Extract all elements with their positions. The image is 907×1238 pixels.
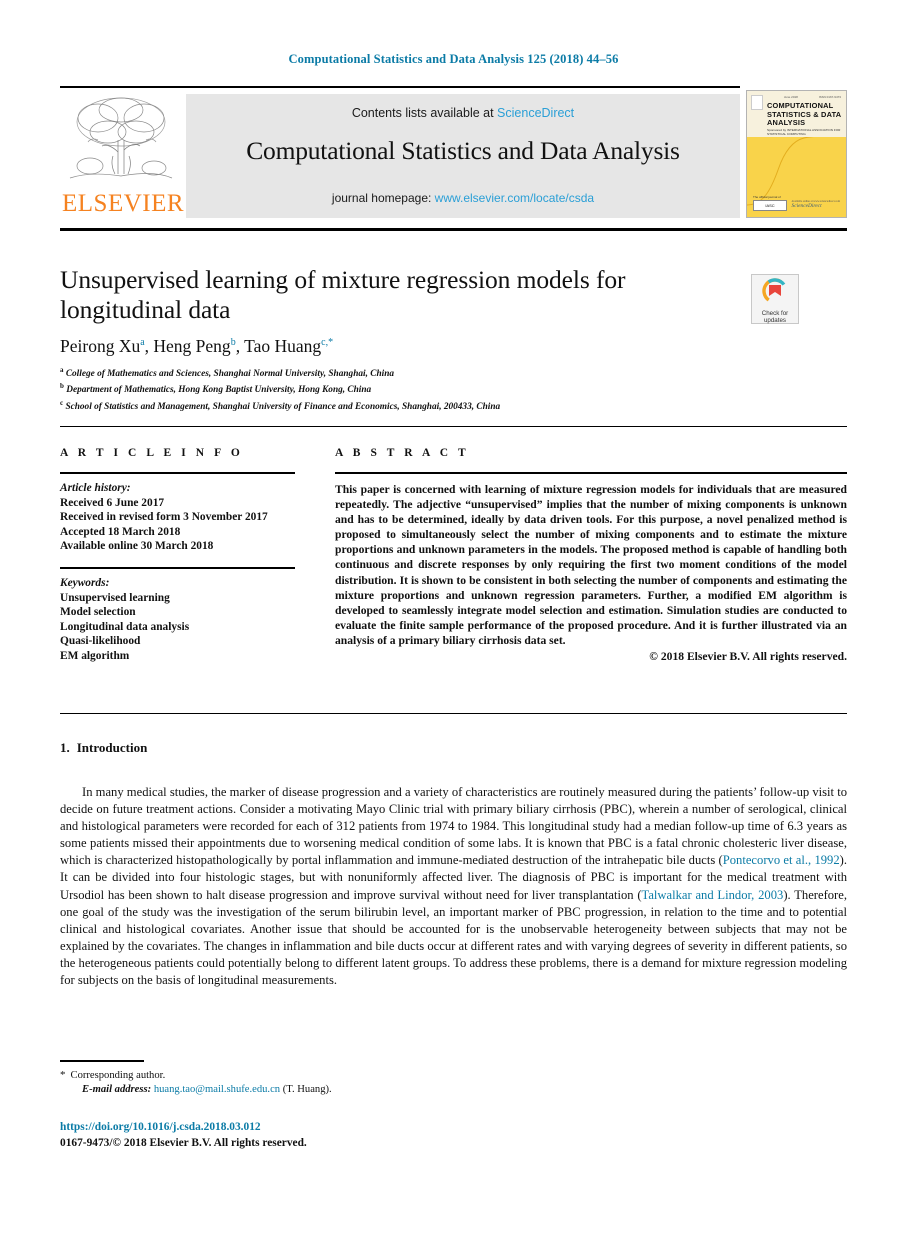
abstract-rule: [335, 472, 847, 474]
section-title: Introduction: [76, 740, 148, 755]
check-for-updates-label: Check for updates: [761, 310, 789, 325]
affiliation-item: b Department of Mathematics, Hong Kong B…: [60, 380, 740, 396]
journal-masthead: ELSEVIER Contents lists available at Sci…: [60, 86, 847, 220]
paper-page: Computational Statistics and Data Analys…: [0, 0, 907, 1238]
keyword-item: EM algorithm: [60, 649, 130, 662]
masthead-top-rule: [60, 86, 740, 88]
abstract-heading: A B S T R A C T: [335, 447, 470, 459]
cover-issn: ISSN 0167-9473: [818, 95, 841, 99]
cover-header: Vol. 125 June 2018 ISSN 0167-9473 COMPUT…: [747, 91, 846, 137]
contents-prefix: Contents lists available at: [351, 106, 498, 120]
info-section-top-rule: [60, 426, 847, 427]
contents-available-line: Contents lists available at ScienceDirec…: [186, 106, 740, 120]
cover-badge-text: IASC: [753, 200, 787, 211]
page-title: Unsupervised learning of mixture regress…: [60, 265, 626, 324]
author-name[interactable]: Heng Peng: [153, 336, 230, 356]
cover-date: June 2018: [783, 95, 798, 99]
author-affiliation-marker: c,*: [321, 337, 334, 349]
cover-society-badge: The official journal of IASC: [753, 195, 787, 211]
article-info-heading: A R T I C L E I N F O: [60, 447, 244, 459]
elsevier-logo: ELSEVIER: [62, 94, 185, 218]
cover-elsevier-mark-icon: [751, 95, 763, 110]
affiliation-item: c School of Statistics and Management, S…: [60, 397, 740, 413]
affiliation-text: Department of Mathematics, Hong Kong Bap…: [66, 385, 372, 396]
journal-homepage-line: journal homepage: www.elsevier.com/locat…: [186, 191, 740, 205]
sciencedirect-link[interactable]: ScienceDirect: [497, 106, 574, 120]
affiliation-marker: b: [60, 382, 64, 391]
crossmark-icon: [762, 278, 788, 304]
author-affiliation-marker: a: [140, 337, 145, 349]
author-list: Peirong Xua, Heng Pengb, Tao Huangc,*: [60, 336, 334, 356]
footnote-block: * Corresponding author. E-mail address: h…: [60, 1068, 560, 1097]
keyword-item: Model selection: [60, 606, 136, 619]
intro-text-part-3: ). Therefore, one goal of the study was …: [60, 887, 847, 988]
author-affiliation-marker: b: [230, 337, 236, 349]
affiliation-text: School of Statistics and Management, Sha…: [65, 401, 501, 412]
email-link[interactable]: huang.tao@mail.shufe.edu.cn: [154, 1084, 280, 1095]
introduction-paragraph: In many medical studies, the marker of d…: [60, 784, 847, 990]
masthead-center-band: Contents lists available at ScienceDirec…: [186, 94, 740, 218]
abstract-text: This paper is concerned with learning of…: [335, 483, 847, 647]
citation-link[interactable]: Pontecorvo et al., 1992: [723, 853, 840, 867]
cover-journal-title: COMPUTATIONAL STATISTICS & DATA ANALYSIS: [767, 101, 842, 128]
masthead-bottom-rule: [60, 228, 847, 231]
history-item: Received in revised form 3 November 2017: [60, 511, 268, 524]
abstract-column: A B S T R A C T This paper is concerned …: [335, 447, 847, 663]
keyword-item: Longitudinal data analysis: [60, 620, 190, 633]
email-note: E-mail address: huang.tao@mail.shufe.edu…: [60, 1083, 560, 1097]
cover-meta-row: Vol. 125 June 2018 ISSN 0167-9473: [752, 95, 841, 100]
keywords-rule: [60, 566, 295, 569]
corresponding-author-note: * Corresponding author.: [60, 1068, 560, 1083]
article-history-block: Article history: Received 6 June 2017 Re…: [60, 481, 310, 554]
abstract-copyright: © 2018 Elsevier B.V. All rights reserved…: [649, 650, 847, 664]
issn-copyright-line: 0167-9473/© 2018 Elsevier B.V. All right…: [60, 1137, 307, 1149]
cover-badge-label: The official journal of: [753, 195, 781, 199]
elsevier-wordmark: ELSEVIER: [62, 190, 185, 217]
journal-homepage-link[interactable]: www.elsevier.com/locate/csda: [435, 191, 594, 205]
corresponding-author-text: Corresponding author.: [70, 1070, 166, 1081]
journal-title: Computational Statistics and Data Analys…: [246, 136, 680, 165]
citation-link[interactable]: Talwalkar and Lindor, 2003: [642, 888, 784, 902]
author-name[interactable]: Peirong Xu: [60, 336, 140, 356]
affiliation-marker: c: [60, 398, 64, 407]
keyword-item: Unsupervised learning: [60, 591, 170, 604]
email-label: E-mail address:: [82, 1084, 152, 1095]
article-info-column: A R T I C L E I N F O Article history: R…: [60, 447, 310, 664]
keyword-item: Quasi-likelihood: [60, 635, 141, 648]
affiliation-text: College of Mathematics and Sciences, Sha…: [65, 369, 395, 380]
email-suffix: (T. Huang).: [282, 1084, 332, 1095]
running-head: Computational Statistics and Data Analys…: [288, 52, 619, 66]
section-number: 1.: [60, 740, 70, 755]
cover-sciencedirect-word: ScienceDirect: [791, 203, 822, 209]
affiliation-marker: a: [60, 366, 64, 374]
keywords-label: Keywords:: [60, 576, 110, 589]
affiliation-item: a College of Mathematics and Sciences, S…: [60, 364, 740, 380]
section-heading-introduction: 1. Introduction: [60, 740, 147, 756]
history-item: Accepted 18 March 2018: [60, 525, 181, 538]
elsevier-tree-icon: [68, 94, 174, 186]
article-info-rule: [60, 472, 295, 474]
article-title-block: Unsupervised learning of mixture regress…: [60, 265, 740, 413]
article-history-label: Article history:: [60, 482, 131, 494]
homepage-prefix: journal homepage:: [331, 191, 435, 205]
info-section-bottom-rule: [60, 713, 847, 714]
affiliation-list: a College of Mathematics and Sciences, S…: [60, 364, 740, 413]
keywords-block: Keywords: Unsupervised learning Model se…: [60, 576, 310, 664]
cover-journal-subtitle: Sponsored by INTERNATIONAL ASSOCIATION F…: [767, 128, 841, 136]
history-item: Received 6 June 2017: [60, 496, 165, 509]
footnote-separator: [60, 1060, 144, 1062]
author-name[interactable]: Tao Huang: [244, 336, 321, 356]
asterisk-icon: *: [60, 1069, 66, 1081]
cover-sciencedirect: Available online at www.sciencedirect.co…: [792, 200, 840, 209]
doi-link[interactable]: https://doi.org/10.1016/j.csda.2018.03.0…: [60, 1121, 261, 1133]
history-item: Available online 30 March 2018: [60, 540, 214, 553]
journal-cover-thumbnail: Vol. 125 June 2018 ISSN 0167-9473 COMPUT…: [746, 90, 847, 218]
check-for-updates-badge[interactable]: Check for updates: [751, 274, 799, 324]
